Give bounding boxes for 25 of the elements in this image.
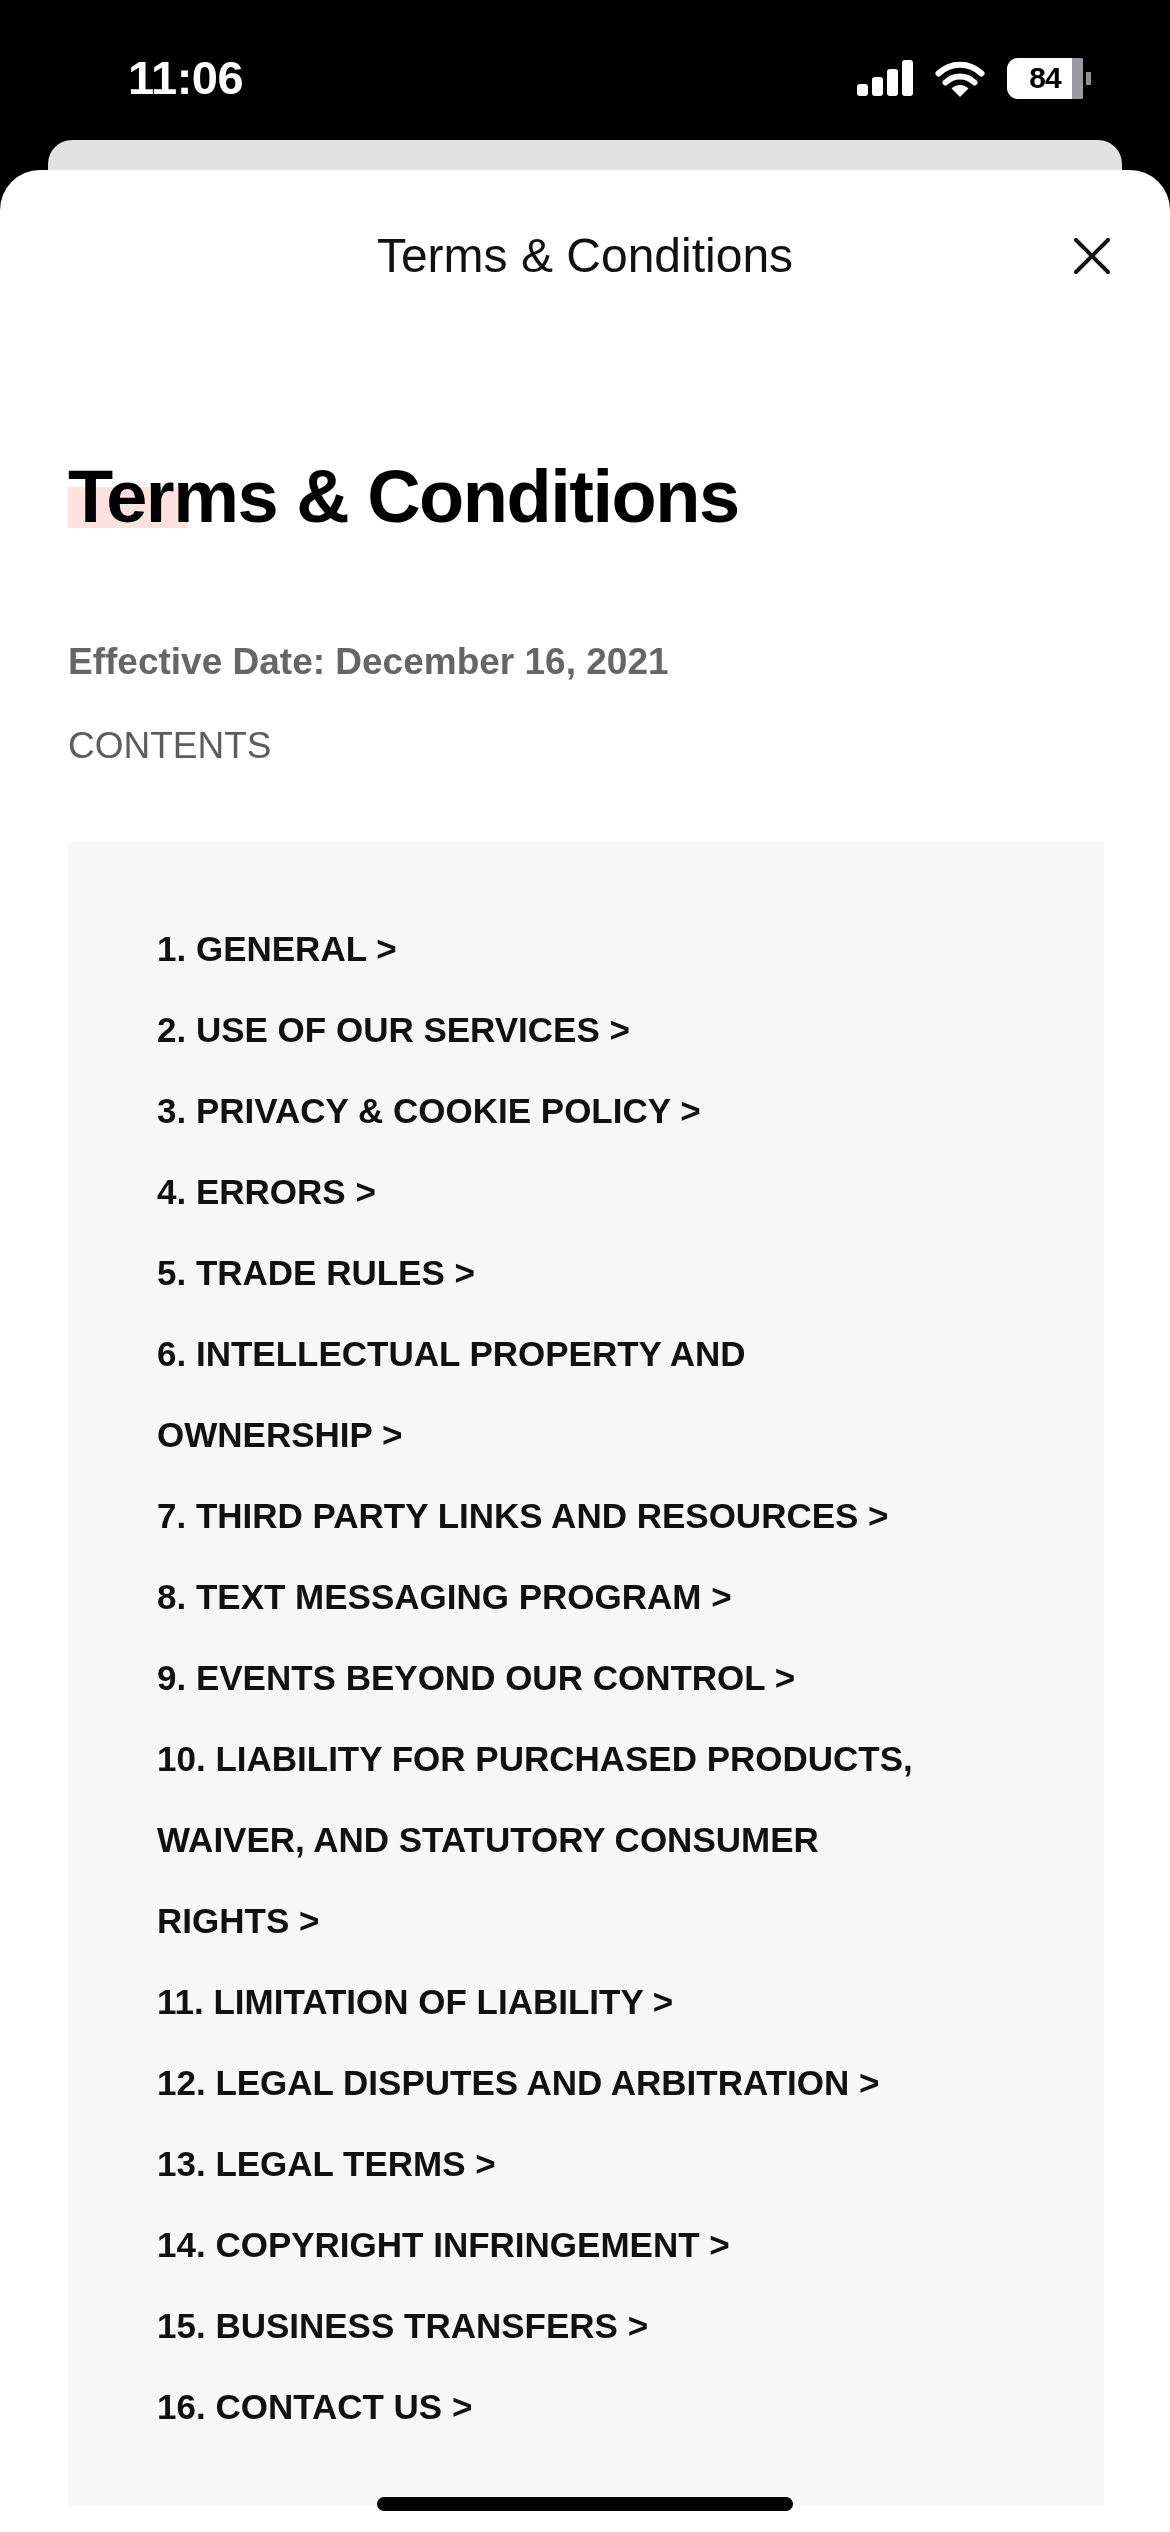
- contents-link[interactable]: 12. LEGAL DISPUTES AND ARBITRATION >: [157, 2042, 880, 2123]
- close-button[interactable]: [1074, 238, 1110, 274]
- contents-link[interactable]: 16. CONTACT US >: [157, 2366, 473, 2447]
- contents-link[interactable]: 5. TRADE RULES >: [157, 1232, 475, 1313]
- sheet-title: Terms & Conditions: [376, 228, 794, 284]
- contents-link[interactable]: 2. USE OF OUR SERVICES >: [157, 989, 630, 1070]
- contents-link[interactable]: 10. LIABILITY FOR PURCHASED PRODUCTS, WAIVER, AND STATUTORY CONSUMER RIGHTS >: [157, 1718, 947, 1961]
- contents-link[interactable]: 9. EVENTS BEYOND OUR CONTROL >: [157, 1637, 796, 1718]
- contents-link[interactable]: 11. LIMITATION OF LIABILITY >: [157, 1961, 674, 2042]
- contents-link[interactable]: 3. PRIVACY & COOKIE POLICY >: [157, 1070, 701, 1151]
- effective-date: Effective Date: December 16, 2021: [68, 640, 669, 684]
- contents-label: CONTENTS: [68, 724, 272, 768]
- battery-indicator: 84: [1007, 57, 1091, 99]
- contents-link[interactable]: 15. BUSINESS TRANSFERS >: [157, 2285, 649, 2366]
- signal-icon: [857, 60, 913, 96]
- close-icon: [1074, 238, 1110, 274]
- contents-link[interactable]: 14. COPYRIGHT INFRINGEMENT >: [157, 2204, 730, 2285]
- contents-link[interactable]: 1. GENERAL >: [157, 908, 397, 989]
- contents-link[interactable]: 6. INTELLECTUAL PROPERTY AND OWNERSHIP >: [157, 1313, 947, 1475]
- wifi-icon: [935, 59, 985, 97]
- status-time: 11:06: [128, 51, 244, 105]
- contents-link[interactable]: 13. LEGAL TERMS >: [157, 2123, 496, 2204]
- contents-link[interactable]: 7. THIRD PARTY LINKS AND RESOURCES >: [157, 1475, 889, 1556]
- contents-link[interactable]: 8. TEXT MESSAGING PROGRAM >: [157, 1556, 732, 1637]
- contents-link[interactable]: 4. ERRORS >: [157, 1151, 376, 1232]
